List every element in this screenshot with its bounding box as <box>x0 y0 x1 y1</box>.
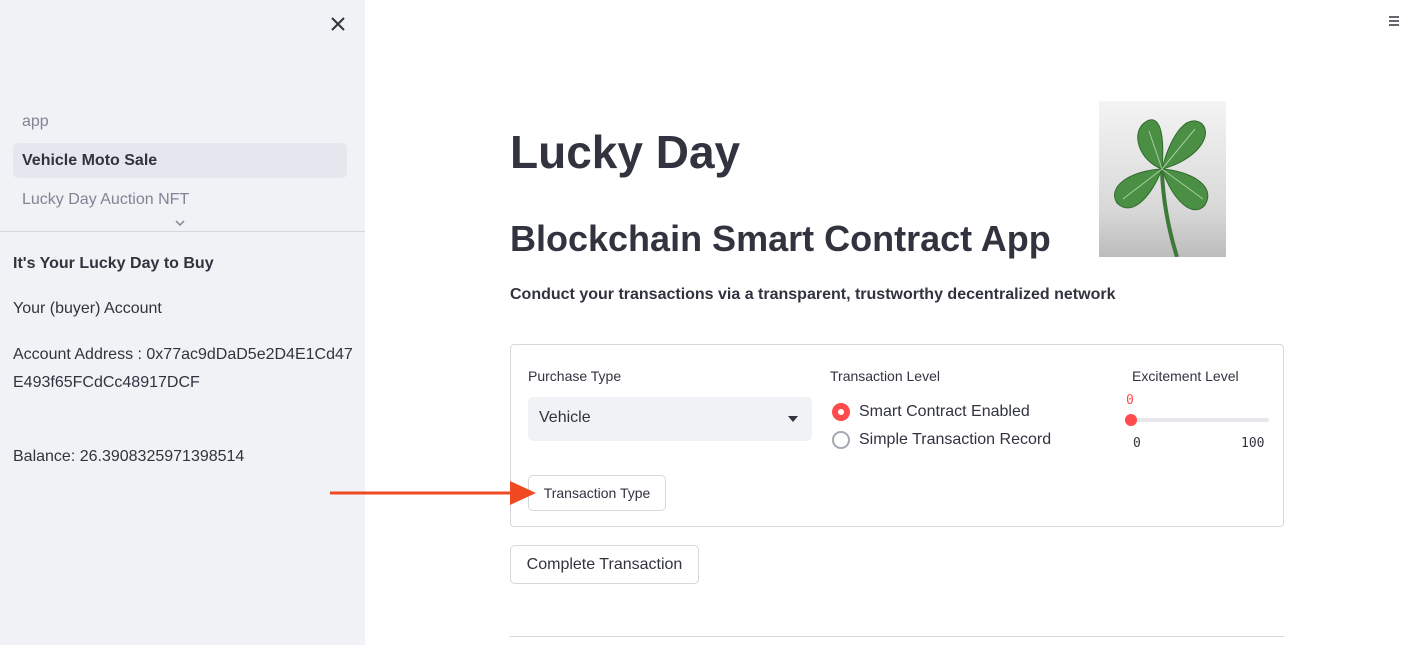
chevron-down-icon[interactable] <box>174 215 186 227</box>
account-balance: Balance: 26.3908325971398514 <box>13 448 245 465</box>
sidebar-item-app[interactable]: app <box>13 104 347 139</box>
sidebar-heading: It's Your Lucky Day to Buy <box>13 255 214 272</box>
slider-track[interactable] <box>1132 418 1269 422</box>
page-subtitle: Blockchain Smart Contract App <box>510 218 1051 259</box>
sidebar-item-lucky-day-auction-nft[interactable]: Lucky Day Auction NFT <box>13 182 347 217</box>
account-address: Account Address : 0x77ac9dDaD5e2D4E1Cd47… <box>13 346 353 391</box>
page-tagline: Conduct your transactions via a transpar… <box>510 286 1116 303</box>
four-leaf-clover-image <box>1099 101 1226 257</box>
transaction-level-label: Transaction Level <box>830 368 940 384</box>
slider-max-label: 100 <box>1241 436 1265 451</box>
purchase-type-label: Purchase Type <box>528 368 622 384</box>
radio-label: Simple Transaction Record <box>859 431 1052 448</box>
sidebar: app Vehicle Moto Sale Lucky Day Auction … <box>0 0 365 645</box>
sidebar-item-vehicle-moto-sale[interactable]: Vehicle Moto Sale <box>13 143 347 178</box>
arrow-right-icon <box>330 480 536 511</box>
transaction-type-button[interactable]: Transaction Type <box>528 475 666 511</box>
page-title: Lucky Day <box>510 126 741 178</box>
purchase-type-value: Vehicle <box>539 409 591 426</box>
purchase-type-select[interactable]: Vehicle <box>528 397 812 441</box>
complete-transaction-button[interactable]: Complete Transaction <box>510 545 699 584</box>
sidebar-nav: app Vehicle Moto Sale Lucky Day Auction … <box>13 104 347 221</box>
main-divider <box>510 636 1284 637</box>
radio-unchecked-icon <box>832 431 850 449</box>
excitement-level-label: Excitement Level <box>1132 368 1239 384</box>
slider-current-value: 0 <box>1126 393 1134 408</box>
close-icon[interactable] <box>327 13 349 35</box>
buyer-account-label: Your (buyer) Account <box>13 300 162 317</box>
slider-thumb[interactable] <box>1125 414 1137 426</box>
slider-min-label: 0 <box>1133 436 1141 451</box>
caret-down-icon <box>788 416 798 422</box>
hamburger-icon[interactable] <box>1389 14 1399 32</box>
sidebar-divider <box>0 231 365 232</box>
radio-label: Smart Contract Enabled <box>859 403 1030 420</box>
transaction-form: Purchase Type Vehicle Transaction Level … <box>510 344 1284 527</box>
radio-checked-icon <box>832 403 850 421</box>
